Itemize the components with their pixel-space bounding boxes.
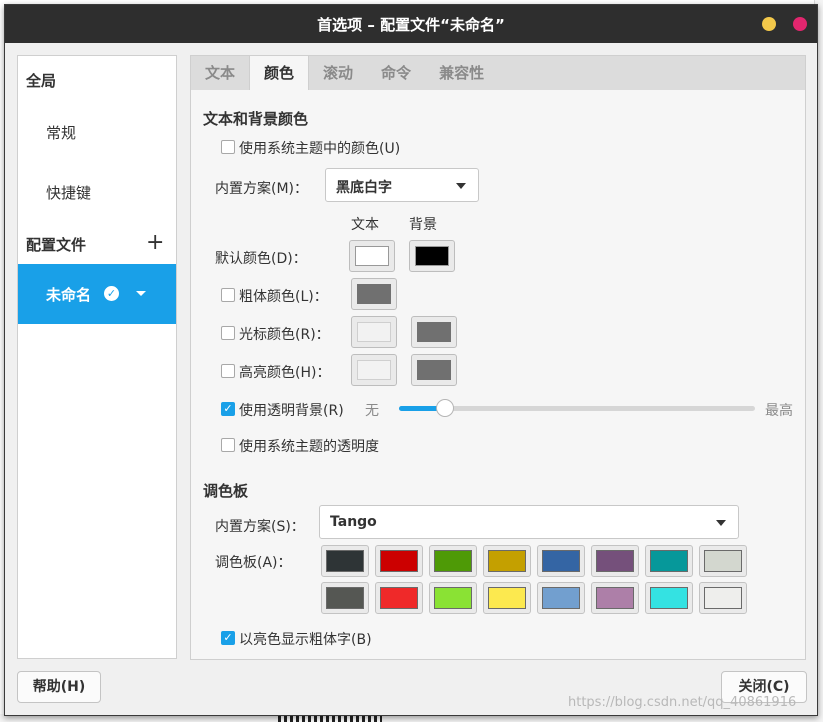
transparency-slider-handle[interactable] [436, 399, 455, 417]
tab-scrolling[interactable]: 滚动 [309, 56, 367, 90]
highlight-color-checkbox[interactable] [221, 364, 235, 378]
column-header-background: 背景 [409, 217, 437, 233]
palette-color-9[interactable] [375, 582, 423, 614]
palette-color-4[interactable] [537, 545, 585, 577]
close-window-button[interactable] [793, 17, 807, 31]
default-profile-check-icon: ✓ [104, 286, 119, 301]
section-title-palette: 调色板 [203, 482, 249, 500]
palette-color-1[interactable] [375, 545, 423, 577]
profile-name: 未命名 [46, 286, 92, 304]
palette-color-14[interactable] [645, 582, 693, 614]
cursor-bg-color-button[interactable] [411, 316, 457, 348]
watermark: https://blog.csdn.net/qq_40861916 [568, 695, 797, 710]
profile-menu-arrow-icon[interactable] [136, 291, 146, 296]
transparency-max-label: 最高 [765, 403, 793, 419]
bold-color-checkbox[interactable] [221, 288, 235, 302]
highlight-bg-color-button[interactable] [411, 354, 457, 386]
palette-label: 调色板(A)： [215, 555, 292, 571]
bold-color-label: 粗体颜色(L)： [239, 289, 328, 305]
palette-scheme-label: 内置方案(S)： [215, 519, 305, 535]
use-system-colors-checkbox[interactable] [221, 140, 235, 154]
transparency-slider[interactable] [399, 399, 755, 417]
sidebar-item-shortcuts[interactable]: 快捷键 [46, 182, 91, 203]
tab-compatibility[interactable]: 兼容性 [425, 56, 498, 90]
chevron-down-icon [456, 183, 466, 189]
palette-color-11[interactable] [483, 582, 531, 614]
palette-color-15[interactable] [699, 582, 747, 614]
builtin-scheme-select[interactable]: 黑底白字 [325, 168, 479, 202]
use-system-colors-label: 使用系统主题中的颜色(U) [239, 141, 401, 157]
palette-color-8[interactable] [321, 582, 369, 614]
sidebar-header-global: 全局 [26, 72, 57, 90]
bold-color-button[interactable] [351, 278, 397, 310]
minimize-button[interactable] [762, 17, 776, 31]
sidebar: 全局 常规 快捷键 配置文件 + 未命名 ✓ [17, 55, 177, 659]
sidebar-item-general[interactable]: 常规 [46, 122, 76, 143]
help-button[interactable]: 帮助(H) [17, 671, 101, 703]
system-transparency-checkbox[interactable] [221, 438, 235, 452]
chevron-down-icon [716, 520, 726, 526]
tab-text[interactable]: 文本 [191, 56, 249, 90]
titlebar: 首选项 – 配置文件“未命名” [5, 5, 817, 43]
tab-colors[interactable]: 颜色 [249, 56, 310, 90]
add-profile-icon[interactable]: + [146, 232, 164, 254]
default-color-label: 默认颜色(D)： [215, 251, 307, 267]
highlight-text-color-button[interactable] [351, 354, 397, 386]
transparent-bg-label: 使用透明背景(R) [239, 403, 344, 419]
colors-panel: 文本和背景颜色 使用系统主题中的颜色(U) 内置方案(M)： 黑底白字 文本 背… [190, 90, 806, 660]
sidebar-item-profile-unnamed[interactable]: 未命名 ✓ [18, 264, 176, 324]
cursor-color-checkbox[interactable] [221, 326, 235, 340]
tab-command[interactable]: 命令 [367, 56, 425, 90]
default-text-color-button[interactable] [349, 240, 395, 272]
column-header-text: 文本 [351, 217, 379, 233]
system-transparency-label: 使用系统主题的透明度 [239, 439, 379, 455]
window-title: 首选项 – 配置文件“未命名” [317, 15, 505, 34]
default-bg-color-button[interactable] [409, 240, 455, 272]
palette-color-0[interactable] [321, 545, 369, 577]
palette-color-12[interactable] [537, 582, 585, 614]
transparency-min-label: 无 [365, 403, 379, 419]
palette-color-5[interactable] [591, 545, 639, 577]
palette-color-13[interactable] [591, 582, 639, 614]
preferences-dialog: 首选项 – 配置文件“未命名” 全局 常规 快捷键 配置文件 + 未命名 ✓ 文… [4, 4, 818, 716]
palette-scheme-value: Tango [330, 514, 377, 530]
transparent-bg-checkbox[interactable]: ✓ [221, 402, 235, 416]
highlight-color-label: 高亮颜色(H)： [239, 365, 331, 381]
builtin-scheme-label: 内置方案(M)： [215, 181, 309, 197]
bold-bright-checkbox[interactable]: ✓ [221, 631, 235, 645]
section-title-text-bg: 文本和背景颜色 [203, 110, 309, 128]
palette-scheme-select[interactable]: Tango [319, 505, 739, 539]
palette-color-7[interactable] [699, 545, 747, 577]
bold-bright-label: 以亮色显示粗体字(B) [239, 632, 372, 648]
cursor-color-label: 光标颜色(R)： [239, 327, 330, 343]
palette-color-3[interactable] [483, 545, 531, 577]
builtin-scheme-value: 黑底白字 [336, 180, 392, 196]
sidebar-header-profiles: 配置文件 [26, 236, 87, 254]
palette-color-2[interactable] [429, 545, 477, 577]
tab-bar: 文本 颜色 滚动 命令 兼容性 [190, 55, 806, 91]
palette-color-6[interactable] [645, 545, 693, 577]
palette-color-10[interactable] [429, 582, 477, 614]
cursor-text-color-button[interactable] [351, 316, 397, 348]
